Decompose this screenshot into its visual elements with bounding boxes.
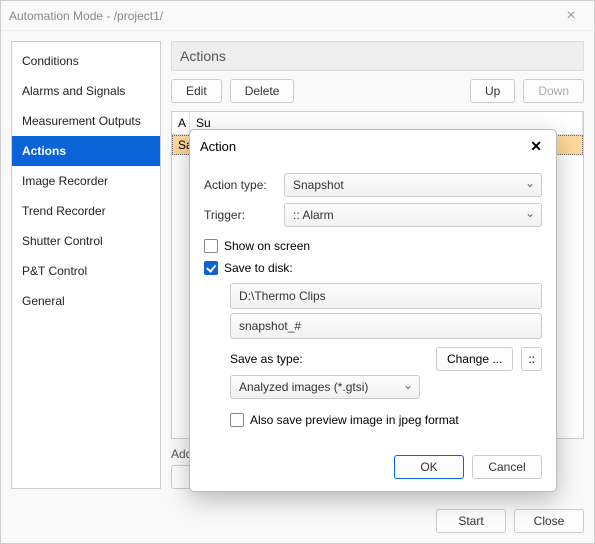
sidebar-item-shutter[interactable]: Shutter Control xyxy=(12,226,160,256)
delete-button[interactable]: Delete xyxy=(230,79,295,103)
change-button[interactable]: Change ... xyxy=(436,347,513,371)
action-dialog: Action ✕ Action type: Snapshot Trigger: … xyxy=(189,129,557,492)
save-as-type-label: Save as type: xyxy=(230,352,428,366)
sidebar-item-image-recorder[interactable]: Image Recorder xyxy=(12,166,160,196)
col-active[interactable]: A xyxy=(172,112,190,134)
save-as-type-select[interactable]: Analyzed images (*.gtsi) xyxy=(230,375,420,399)
also-jpeg-checkbox[interactable] xyxy=(230,413,244,427)
save-to-disk-label: Save to disk: xyxy=(224,261,293,275)
ok-button[interactable]: OK xyxy=(394,455,464,479)
show-on-screen-label: Show on screen xyxy=(224,239,310,253)
panel-title: Actions xyxy=(171,41,584,71)
sidebar-item-trend-recorder[interactable]: Trend Recorder xyxy=(12,196,160,226)
sidebar-item-general[interactable]: General xyxy=(12,286,160,316)
cancel-button[interactable]: Cancel xyxy=(472,455,542,479)
sidebar: Conditions Alarms and Signals Measuremen… xyxy=(11,41,161,489)
close-button[interactable]: Close xyxy=(514,509,584,533)
save-to-disk-group: D:\Thermo Clips snapshot_# Save as type:… xyxy=(230,283,542,427)
window-footer: Start Close xyxy=(1,499,594,543)
titlebar: Automation Mode - /project1/ × xyxy=(1,1,594,31)
dialog-footer: OK Cancel xyxy=(190,445,556,491)
up-button[interactable]: Up xyxy=(470,79,515,103)
filename-input[interactable]: snapshot_# xyxy=(230,313,542,339)
action-type-label: Action type: xyxy=(204,178,284,192)
dialog-title: Action xyxy=(200,139,526,154)
trigger-select[interactable]: :: Alarm xyxy=(284,203,542,227)
also-jpeg-label: Also save preview image in jpeg format xyxy=(250,413,459,427)
show-on-screen-checkbox[interactable] xyxy=(204,239,218,253)
sidebar-item-pt-control[interactable]: P&T Control xyxy=(12,256,160,286)
sidebar-item-measurement[interactable]: Measurement Outputs xyxy=(12,106,160,136)
toolbar: Edit Delete Up Down xyxy=(171,79,584,103)
trigger-label: Trigger: xyxy=(204,208,284,222)
start-button[interactable]: Start xyxy=(436,509,506,533)
sidebar-item-alarms[interactable]: Alarms and Signals xyxy=(12,76,160,106)
close-icon[interactable]: × xyxy=(556,7,586,25)
edit-button[interactable]: Edit xyxy=(171,79,222,103)
save-to-disk-checkbox[interactable] xyxy=(204,261,218,275)
action-type-select[interactable]: Snapshot xyxy=(284,173,542,197)
window-body: Conditions Alarms and Signals Measuremen… xyxy=(1,31,594,499)
main-window: Automation Mode - /project1/ × Condition… xyxy=(0,0,595,544)
dialog-titlebar: Action ✕ xyxy=(190,130,556,163)
save-path-input[interactable]: D:\Thermo Clips xyxy=(230,283,542,309)
down-button[interactable]: Down xyxy=(523,79,584,103)
dialog-close-icon[interactable]: ✕ xyxy=(526,138,546,155)
window-title: Automation Mode - /project1/ xyxy=(9,9,556,23)
sidebar-item-conditions[interactable]: Conditions xyxy=(12,46,160,76)
sidebar-item-actions[interactable]: Actions xyxy=(12,136,160,166)
dialog-body: Action type: Snapshot Trigger: :: Alarm … xyxy=(190,163,556,445)
sequence-button[interactable]: :: xyxy=(521,347,542,371)
